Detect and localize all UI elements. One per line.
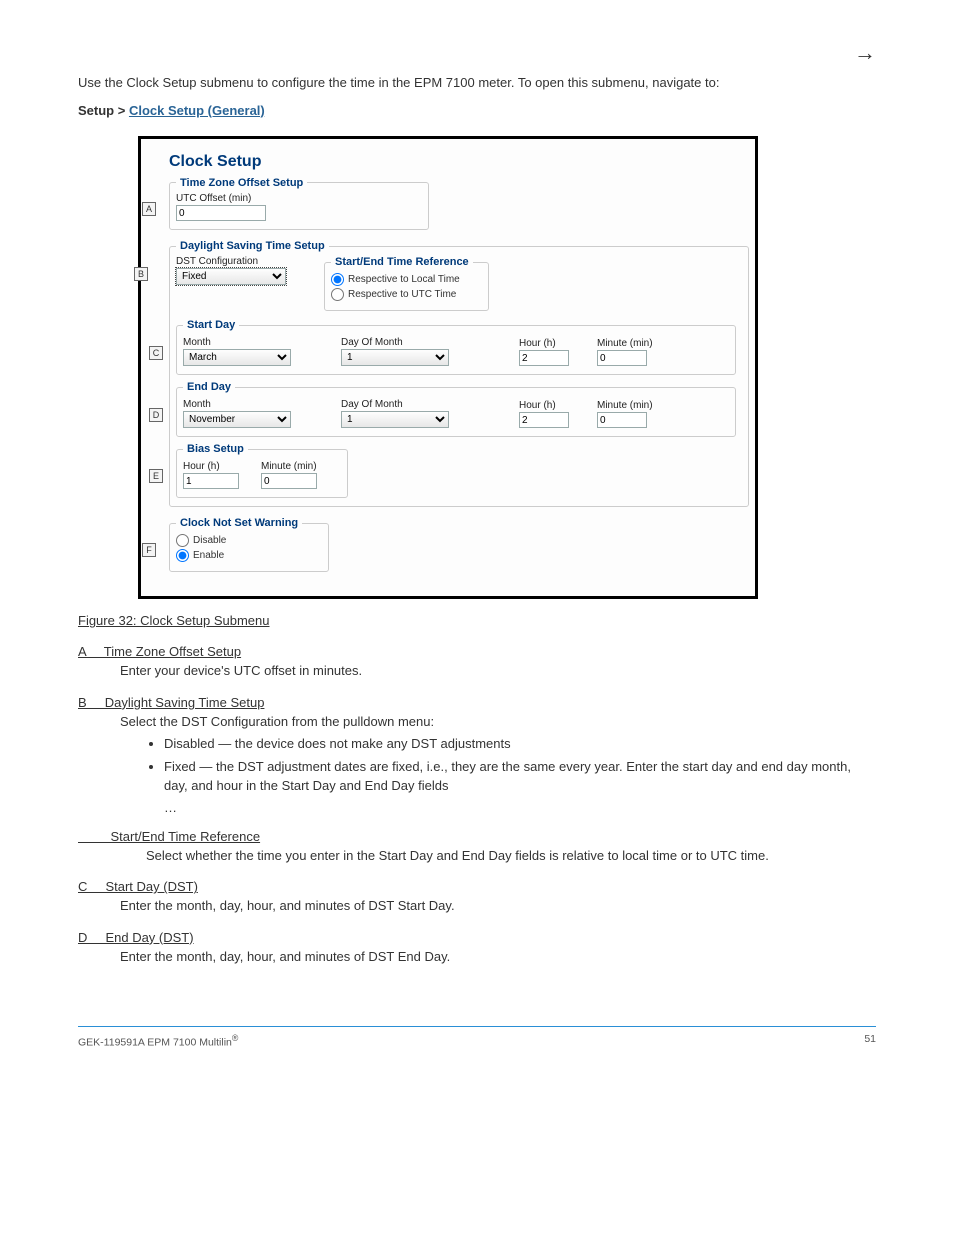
ref-local-row[interactable]: Respective to Local Time bbox=[331, 272, 482, 287]
end-dom-label: Day Of Month bbox=[341, 399, 451, 410]
setting-B-body: Select the DST Configuration from the pu… bbox=[120, 712, 876, 732]
warn-disable-label: Disable bbox=[193, 535, 226, 546]
end-hour-input[interactable] bbox=[519, 412, 569, 428]
start-day-legend: Start Day bbox=[183, 319, 239, 331]
setting-Bref: Start/End Time Reference Select whether … bbox=[78, 829, 876, 866]
timezone-offset-group: Time Zone Offset Setup A UTC Offset (min… bbox=[169, 177, 429, 231]
setting-B: B Daylight Saving Time Setup Select the … bbox=[78, 695, 876, 815]
marker-A: A bbox=[142, 202, 156, 216]
start-min-label: Minute (min) bbox=[597, 338, 657, 349]
start-min-input[interactable] bbox=[597, 350, 647, 366]
ref-utc-label: Respective to UTC Time bbox=[348, 289, 456, 300]
settings-list: A Time Zone Offset Setup Enter your devi… bbox=[78, 644, 876, 966]
start-hour-label: Hour (h) bbox=[519, 338, 579, 349]
warn-legend: Clock Not Set Warning bbox=[176, 517, 302, 529]
marker-E: E bbox=[149, 469, 163, 483]
figure-label: Figure 32: Clock Setup Submenu bbox=[78, 613, 270, 628]
start-dom-select[interactable]: 1 bbox=[341, 349, 449, 366]
warn-disable-radio[interactable] bbox=[176, 534, 189, 547]
setting-B-opt-0: Disabled — the device does not make any … bbox=[164, 735, 876, 754]
clock-setup-figure: Clock Setup Time Zone Offset Setup A UTC… bbox=[138, 136, 758, 600]
bias-hour-input[interactable] bbox=[183, 473, 239, 489]
setting-C: C Start Day (DST) Enter the month, day, … bbox=[78, 879, 876, 916]
warn-enable-row[interactable]: Enable bbox=[176, 548, 322, 563]
figure-caption: Figure 32: Clock Setup Submenu bbox=[78, 613, 876, 628]
marker-C: C bbox=[149, 346, 163, 360]
setting-Bref-body: Select whether the time you enter in the… bbox=[146, 846, 876, 866]
bias-min-label: Minute (min) bbox=[261, 461, 321, 472]
marker-D: D bbox=[149, 408, 163, 422]
setting-B-more: … bbox=[164, 800, 876, 815]
bias-group: Bias Setup E Hour (h) Minute (min) bbox=[176, 443, 348, 498]
warn-enable-label: Enable bbox=[193, 550, 224, 561]
setting-D: D End Day (DST) Enter the month, day, ho… bbox=[78, 930, 876, 967]
setting-B-key: B Daylight Saving Time Setup bbox=[78, 695, 264, 710]
tz-legend: Time Zone Offset Setup bbox=[176, 177, 307, 189]
bias-hour-label: Hour (h) bbox=[183, 461, 243, 472]
setting-C-body: Enter the month, day, hour, and minutes … bbox=[120, 896, 876, 916]
page-footer: GEK-119591A EPM 7100 Multilin® 51 bbox=[78, 1026, 876, 1049]
marker-B: B bbox=[134, 267, 148, 281]
start-month-label: Month bbox=[183, 337, 293, 348]
ref-utc-radio[interactable] bbox=[331, 288, 344, 301]
footer-left: GEK-119591A EPM 7100 Multilin® bbox=[78, 1033, 238, 1049]
bias-legend: Bias Setup bbox=[183, 443, 248, 455]
setting-A-key: A Time Zone Offset Setup bbox=[78, 644, 241, 659]
setting-D-key: D End Day (DST) bbox=[78, 930, 194, 945]
setting-A-body: Enter your device's UTC offset in minute… bbox=[120, 661, 876, 681]
setting-D-body: Enter the month, day, hour, and minutes … bbox=[120, 947, 876, 967]
end-day-group: End Day D Month November Day Of Month 1 … bbox=[176, 381, 736, 437]
intro-paragraph: Use the Clock Setup submenu to configure… bbox=[78, 74, 876, 93]
setting-Bref-key: Start/End Time Reference bbox=[78, 829, 260, 844]
tz-label: UTC Offset (min) bbox=[176, 193, 422, 204]
ref-local-radio[interactable] bbox=[331, 273, 344, 286]
start-dom-label: Day Of Month bbox=[341, 337, 451, 348]
setting-A: A Time Zone Offset Setup Enter your devi… bbox=[78, 644, 876, 681]
dst-group: Daylight Saving Time Setup B DST Configu… bbox=[169, 240, 749, 507]
dst-cfg-label: DST Configuration bbox=[176, 256, 294, 267]
end-day-legend: End Day bbox=[183, 381, 235, 393]
setting-B-options: Disabled — the device does not make any … bbox=[164, 735, 876, 796]
ref-legend: Start/End Time Reference bbox=[331, 256, 473, 268]
end-hour-label: Hour (h) bbox=[519, 400, 579, 411]
warning-group: Clock Not Set Warning F Disable Enable bbox=[169, 517, 329, 572]
start-month-select[interactable]: March bbox=[183, 349, 291, 366]
start-day-group: Start Day C Month March Day Of Month 1 H… bbox=[176, 319, 736, 375]
end-min-input[interactable] bbox=[597, 412, 647, 428]
nav-link[interactable]: Clock Setup (General) bbox=[129, 103, 265, 118]
arrow-right-icon: → bbox=[854, 40, 876, 66]
end-month-label: Month bbox=[183, 399, 293, 410]
nav-path: Setup > Clock Setup (General) bbox=[78, 103, 876, 118]
setting-C-key: C Start Day (DST) bbox=[78, 879, 198, 894]
warn-enable-radio[interactable] bbox=[176, 549, 189, 562]
footer-page-number: 51 bbox=[864, 1033, 876, 1049]
dst-legend: Daylight Saving Time Setup bbox=[176, 240, 329, 252]
end-dom-select[interactable]: 1 bbox=[341, 411, 449, 428]
clock-setup-title: Clock Setup bbox=[155, 153, 741, 171]
marker-F: F bbox=[142, 543, 156, 557]
ref-utc-row[interactable]: Respective to UTC Time bbox=[331, 287, 482, 302]
end-month-select[interactable]: November bbox=[183, 411, 291, 428]
nav-prefix: Setup > bbox=[78, 103, 129, 118]
dst-config-select[interactable]: Fixed bbox=[176, 268, 286, 285]
start-hour-input[interactable] bbox=[519, 350, 569, 366]
end-min-label: Minute (min) bbox=[597, 400, 657, 411]
utc-offset-input[interactable] bbox=[176, 205, 266, 221]
bias-min-input[interactable] bbox=[261, 473, 317, 489]
warn-disable-row[interactable]: Disable bbox=[176, 533, 322, 548]
setting-B-opt-1: Fixed — the DST adjustment dates are fix… bbox=[164, 758, 876, 796]
ref-local-label: Respective to Local Time bbox=[348, 274, 460, 285]
